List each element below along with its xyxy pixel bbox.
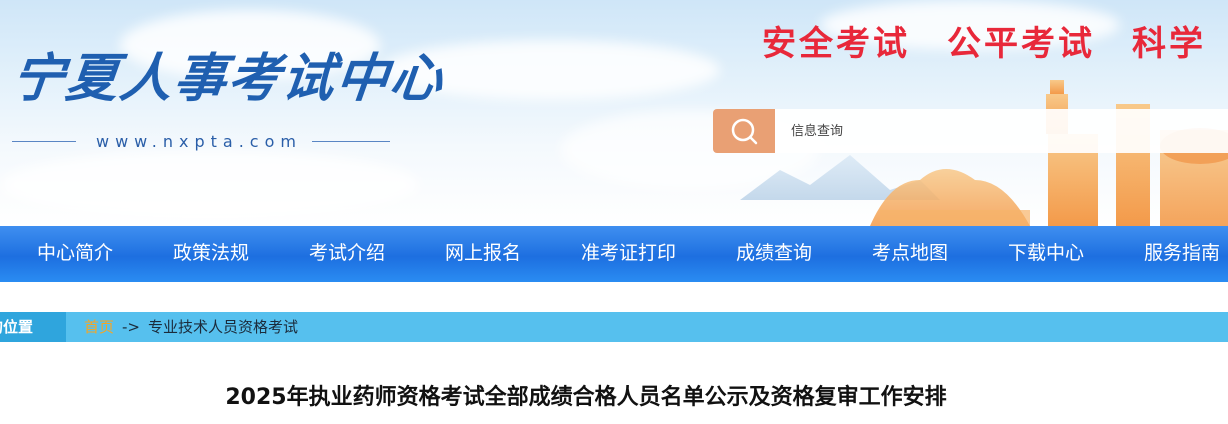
breadcrumb-current[interactable]: 专业技术人员资格考试 [148,312,298,342]
search-box [713,109,1228,153]
nav-item-admission-ticket[interactable]: 准考证打印 [581,226,676,282]
nav-item-venue-map[interactable]: 考点地图 [872,226,948,282]
nav-item-downloads[interactable]: 下载中心 [1008,226,1084,282]
search-input[interactable] [775,109,1228,153]
nav-item-service-guide[interactable]: 服务指南 [1144,226,1220,282]
divider [12,141,76,142]
search-icon [731,118,758,145]
search-button[interactable] [713,109,775,153]
nav-item-policy[interactable]: 政策法规 [173,226,249,282]
site-logo-title[interactable]: 宁夏人事考试中心 [8,40,447,118]
divider [312,141,390,142]
slogan-text: 安全考试 公平考试 科学 [762,24,1206,64]
breadcrumb-label: 的位置 [0,312,66,342]
breadcrumb-separator: -> [122,318,140,336]
nav-item-exam-intro[interactable]: 考试介绍 [309,226,385,282]
breadcrumb-home-link[interactable]: 首页 [84,312,114,342]
header-banner: 宁夏人事考试中心 www.nxpta.com 安全考试 公平考试 科学 [0,0,1228,226]
breadcrumb: 的位置 首页 -> 专业技术人员资格考试 [0,312,1228,342]
nav-item-score-query[interactable]: 成绩查询 [736,226,812,282]
article-title: 2025年执业药师资格考试全部成绩合格人员名单公示及资格复审工作安排 [225,385,947,410]
site-url-row: www.nxpta.com [12,130,392,154]
main-navigation: 中心简介 政策法规 考试介绍 网上报名 准考证打印 成绩查询 考点地图 下载中心… [0,226,1228,282]
nav-item-center-intro[interactable]: 中心简介 [37,226,113,282]
nav-item-online-registration[interactable]: 网上报名 [445,226,521,282]
site-url: www.nxpta.com [96,132,302,151]
cloud-decoration [0,150,420,220]
